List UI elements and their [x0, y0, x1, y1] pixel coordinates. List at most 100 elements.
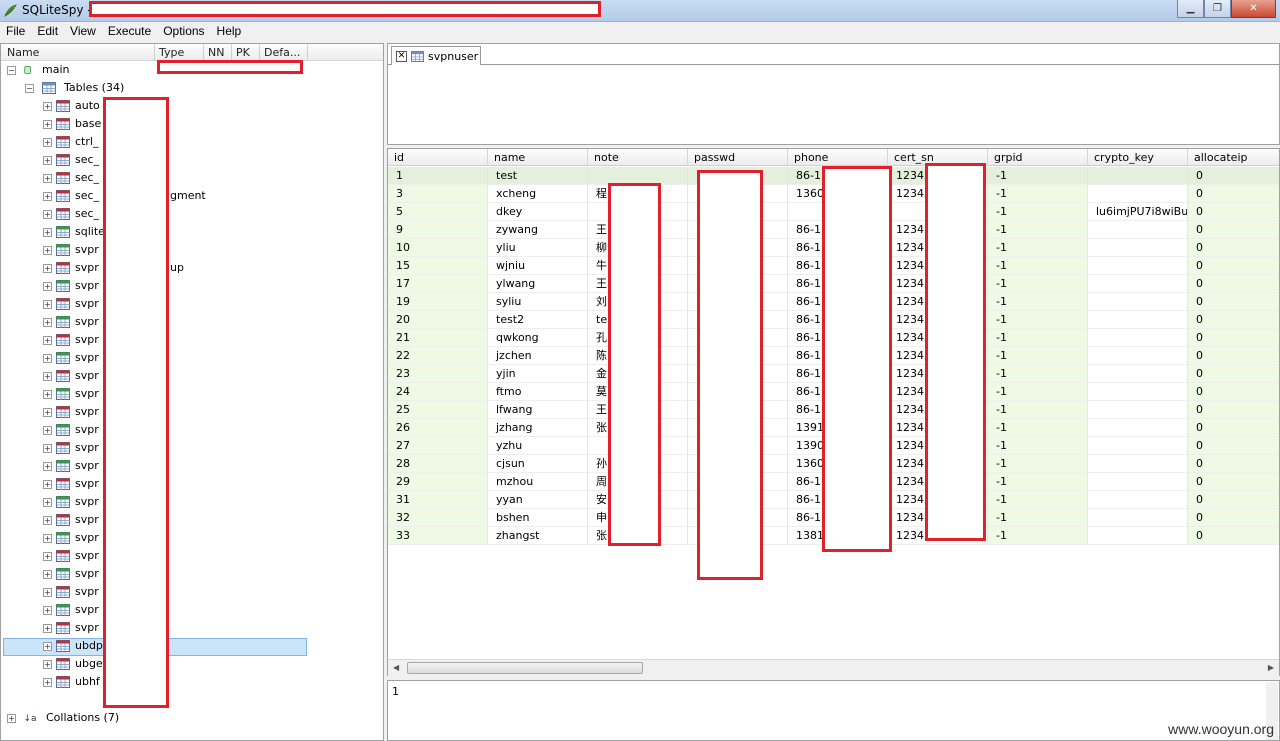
cell-allocateip[interactable]: 0 — [1188, 185, 1279, 203]
cell-grpid[interactable]: -1 — [988, 437, 1088, 455]
cell-crypto-key[interactable] — [1088, 473, 1188, 491]
tree-col-nn[interactable]: NN — [208, 46, 224, 59]
expand-icon[interactable]: + — [43, 173, 52, 183]
cell-grpid[interactable]: -1 — [988, 311, 1088, 329]
cell-name[interactable]: ylwang — [488, 275, 588, 293]
cell-id[interactable]: 21 — [388, 329, 488, 347]
menu-help[interactable]: Help — [211, 22, 248, 42]
tree-node-table[interactable]: + base — [43, 115, 101, 133]
tree-node-table[interactable]: + svpr — [43, 439, 99, 457]
cell-name[interactable]: zywang — [488, 221, 588, 239]
cell-crypto-key[interactable] — [1088, 257, 1188, 275]
menu-options[interactable]: Options — [157, 22, 210, 42]
column-header-grpid[interactable]: grpid — [988, 149, 1088, 166]
menu-edit[interactable]: Edit — [31, 22, 64, 42]
cell-id[interactable]: 32 — [388, 509, 488, 527]
scrollbar-thumb[interactable] — [407, 662, 643, 674]
expand-icon[interactable]: + — [43, 299, 52, 309]
scroll-right-icon[interactable]: ▶ — [1268, 663, 1274, 672]
cell-allocateip[interactable]: 0 — [1188, 401, 1279, 419]
column-header-crypto-key[interactable]: crypto_key — [1088, 149, 1188, 166]
expand-icon[interactable]: + — [43, 209, 52, 219]
expand-icon[interactable]: + — [43, 443, 52, 453]
tree-node-table[interactable]: + svpr — [43, 367, 99, 385]
cell-grpid[interactable]: -1 — [988, 257, 1088, 275]
message-panel[interactable]: 1 — [387, 680, 1280, 741]
cell-grpid[interactable]: -1 — [988, 347, 1088, 365]
cell-grpid[interactable]: -1 — [988, 419, 1088, 437]
cell-allocateip[interactable]: 0 — [1188, 203, 1279, 221]
cell-name[interactable]: mzhou — [488, 473, 588, 491]
cell-name[interactable]: xcheng — [488, 185, 588, 203]
cell-id[interactable]: 22 — [388, 347, 488, 365]
expand-icon[interactable]: + — [43, 515, 52, 525]
cell-grpid[interactable]: -1 — [988, 365, 1088, 383]
tree-node-table[interactable]: + ubge — [43, 655, 103, 673]
horizontal-scrollbar[interactable]: ◀ ▶ — [388, 659, 1279, 676]
tree-node-table[interactable]: + svpr — [43, 313, 99, 331]
cell-allocateip[interactable]: 0 — [1188, 167, 1279, 185]
tree-node-main[interactable]: − main — [7, 61, 69, 79]
cell-name[interactable]: jzchen — [488, 347, 588, 365]
expand-icon[interactable]: + — [43, 659, 52, 669]
expand-icon[interactable]: + — [43, 461, 52, 471]
expand-icon[interactable]: + — [43, 587, 52, 597]
tree-node-table[interactable]: + sqlite — [43, 223, 105, 241]
cell-crypto-key[interactable] — [1088, 527, 1188, 545]
cell-name[interactable]: wjniu — [488, 257, 588, 275]
cell-crypto-key[interactable] — [1088, 185, 1188, 203]
cell-id[interactable]: 17 — [388, 275, 488, 293]
cell-grpid[interactable]: -1 — [988, 509, 1088, 527]
minimize-button[interactable]: ▁ — [1177, 0, 1204, 18]
tree-node-table[interactable]: + svpr — [43, 331, 99, 349]
cell-id[interactable]: 24 — [388, 383, 488, 401]
tree-node-table[interactable]: + svpr — [43, 493, 99, 511]
cell-name[interactable]: syliu — [488, 293, 588, 311]
maximize-button[interactable]: ❐ — [1204, 0, 1231, 18]
expand-icon[interactable]: + — [43, 119, 52, 129]
cell-allocateip[interactable]: 0 — [1188, 455, 1279, 473]
cell-grpid[interactable]: -1 — [988, 329, 1088, 347]
cell-allocateip[interactable]: 0 — [1188, 473, 1279, 491]
tree-node-table[interactable]: + svpr — [43, 241, 99, 259]
column-header-phone[interactable]: phone — [788, 149, 888, 166]
tree-node-table[interactable]: + sec_ — [43, 151, 99, 169]
expand-icon[interactable]: + — [43, 479, 52, 489]
collapse-icon[interactable]: − — [25, 83, 34, 93]
cell-id[interactable]: 25 — [388, 401, 488, 419]
tree-node-table[interactable]: + auto — [43, 97, 100, 115]
cell-id[interactable]: 9 — [388, 221, 488, 239]
cell-name[interactable]: jzhang — [488, 419, 588, 437]
expand-icon[interactable]: + — [7, 713, 16, 723]
tab-svpnuser[interactable]: ✕ svpnuser — [391, 46, 481, 65]
cell-grpid[interactable]: -1 — [988, 167, 1088, 185]
cell-id[interactable]: 3 — [388, 185, 488, 203]
cell-grpid[interactable]: -1 — [988, 527, 1088, 545]
cell-crypto-key[interactable] — [1088, 383, 1188, 401]
cell-allocateip[interactable]: 0 — [1188, 527, 1279, 545]
tree-node-table[interactable]: + svpr — [43, 385, 99, 403]
expand-icon[interactable]: + — [43, 641, 52, 651]
expand-icon[interactable]: + — [43, 353, 52, 363]
scroll-left-icon[interactable]: ◀ — [393, 663, 399, 672]
tree-node-table[interactable]: + svpr — [43, 259, 99, 277]
cell-crypto-key[interactable] — [1088, 167, 1188, 185]
cell-name[interactable]: ftmo — [488, 383, 588, 401]
cell-crypto-key[interactable] — [1088, 401, 1188, 419]
tree-col-pk[interactable]: PK — [236, 46, 250, 59]
tree-node-table[interactable]: + svpr — [43, 511, 99, 529]
expand-icon[interactable]: + — [43, 191, 52, 201]
cell-id[interactable]: 28 — [388, 455, 488, 473]
cell-name[interactable]: lfwang — [488, 401, 588, 419]
cell-id[interactable]: 5 — [388, 203, 488, 221]
cell-grpid[interactable]: -1 — [988, 203, 1088, 221]
cell-id[interactable]: 26 — [388, 419, 488, 437]
expand-icon[interactable]: + — [43, 281, 52, 291]
cell-id[interactable]: 33 — [388, 527, 488, 545]
sql-editor-panel[interactable] — [387, 43, 1280, 145]
expand-icon[interactable]: + — [43, 677, 52, 687]
tree-node-table[interactable]: + svpr — [43, 601, 99, 619]
column-header-id[interactable]: id — [388, 149, 488, 166]
expand-icon[interactable]: + — [43, 623, 52, 633]
expand-icon[interactable]: + — [43, 569, 52, 579]
